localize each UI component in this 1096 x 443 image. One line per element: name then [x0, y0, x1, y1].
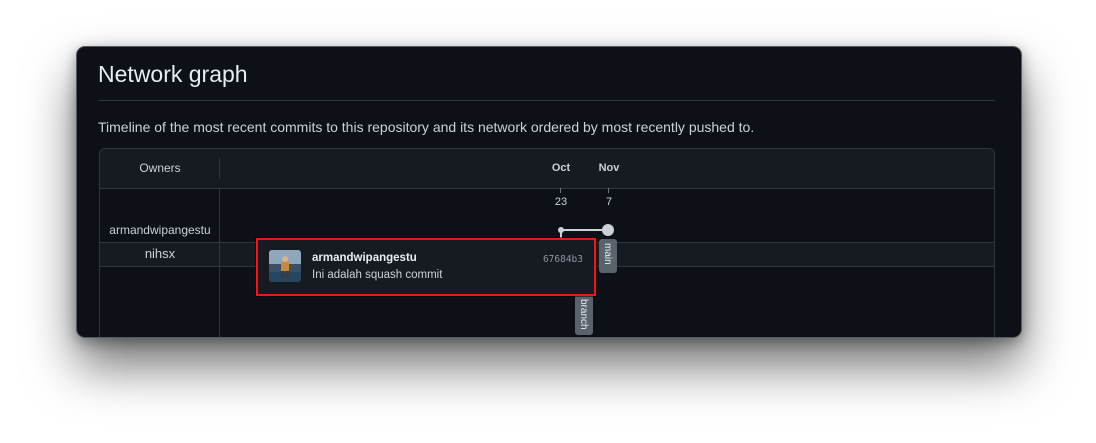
- commit-message: Ini adalah squash commit: [312, 269, 443, 281]
- day-label-23: 23: [554, 196, 568, 208]
- title-divider: [98, 100, 995, 101]
- month-label-oct: Oct: [551, 162, 571, 174]
- branch-label-main[interactable]: main: [599, 239, 617, 273]
- commit-dot[interactable]: [558, 227, 564, 233]
- date-tick: [608, 188, 609, 193]
- page-title: Network graph: [98, 61, 248, 87]
- branch-label-main-text: main: [602, 243, 613, 265]
- owners-header: Owners: [139, 161, 181, 175]
- avatar: [269, 250, 301, 282]
- commit-author: armandwipangestu: [312, 252, 417, 264]
- owner-armandwipangestu[interactable]: armandwipangestu: [100, 223, 220, 237]
- branch-label-branch-text: branch: [578, 299, 589, 330]
- commit-tooltip: armandwipangestu Ini adalah squash commi…: [256, 238, 596, 296]
- branch-line: [561, 229, 608, 231]
- branch-label-branch[interactable]: branch: [575, 295, 593, 335]
- day-label-7: 7: [605, 196, 613, 208]
- page-description: Timeline of the most recent commits to t…: [98, 119, 755, 135]
- user-avatar-photo-icon: [269, 250, 301, 282]
- header-separator: [219, 158, 220, 179]
- commit-sha: 67684b3: [542, 254, 583, 265]
- date-tick: [560, 188, 561, 193]
- owner-nihsx[interactable]: nihsx: [100, 246, 220, 261]
- owners-column-divider: [219, 189, 220, 337]
- month-label-nov: Nov: [598, 162, 620, 174]
- commit-dot-selected[interactable]: [602, 224, 614, 236]
- graph-header: Owners Oct Nov: [100, 149, 994, 189]
